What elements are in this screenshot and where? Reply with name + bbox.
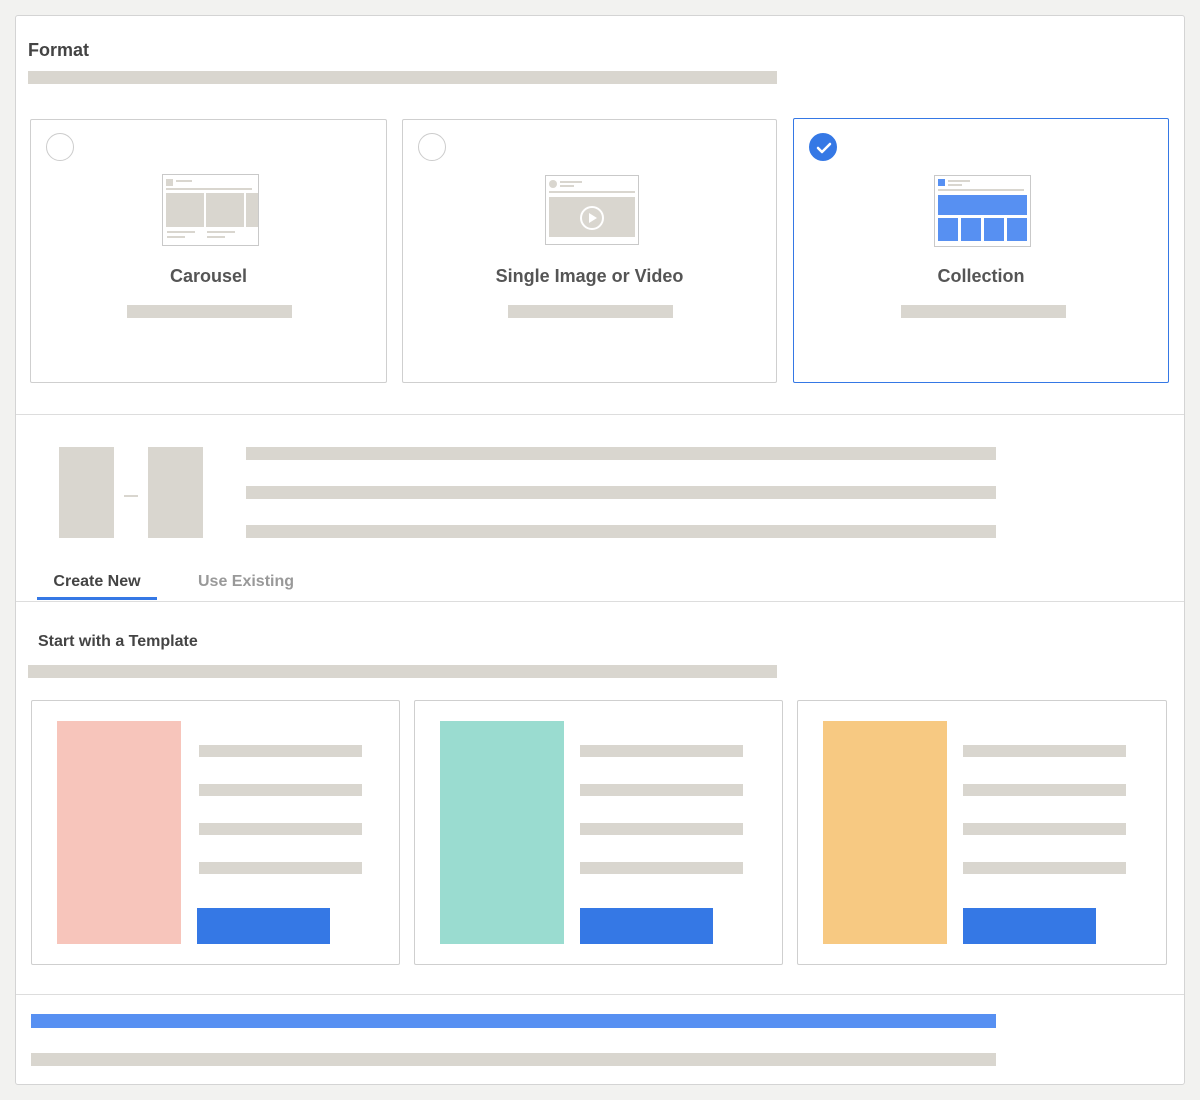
template-text-line	[580, 784, 743, 796]
single-image-video-label: Single Image or Video	[495, 266, 684, 286]
tab-use-existing[interactable]: Use Existing	[186, 573, 306, 591]
section-divider	[16, 414, 1184, 415]
collection-radio-checked[interactable]	[809, 133, 837, 161]
template-text-line	[199, 823, 362, 835]
template-use-button[interactable]	[963, 908, 1096, 944]
carousel-description-placeholder	[127, 305, 292, 318]
carousel-radio[interactable]	[46, 133, 74, 161]
collection-description-placeholder	[901, 305, 1066, 318]
template-text-line	[580, 745, 743, 757]
format-option-collection[interactable]: Collection	[793, 118, 1169, 383]
template-use-button[interactable]	[197, 908, 330, 944]
format-title: Format	[28, 40, 90, 60]
media-placeholder-right	[148, 447, 203, 538]
media-text-line-3	[246, 525, 996, 538]
single-image-description-placeholder	[508, 305, 673, 318]
media-placeholder-left	[59, 447, 114, 538]
template-card-2[interactable]	[414, 700, 783, 965]
checkmark-icon	[816, 142, 832, 154]
template-card-3[interactable]	[797, 700, 1167, 965]
single-image-video-icon	[545, 175, 639, 245]
template-text-line	[199, 862, 362, 874]
format-option-single-image-or-video[interactable]: Single Image or Video	[402, 119, 777, 383]
media-text-line-2	[246, 486, 996, 499]
template-text-line	[199, 745, 362, 757]
footer-divider	[16, 994, 1184, 995]
template-text-line	[199, 784, 362, 796]
template-text-line	[963, 745, 1126, 757]
media-text-line-1	[246, 447, 996, 460]
media-connector	[124, 495, 138, 497]
template-text-line	[963, 784, 1126, 796]
collection-icon	[934, 175, 1031, 247]
format-description-placeholder	[28, 71, 777, 84]
format-option-carousel[interactable]: Carousel	[30, 119, 387, 383]
template-preview-image	[57, 721, 181, 944]
tabs-divider	[16, 601, 1184, 602]
template-section-title: Start with a Template	[38, 633, 198, 650]
carousel-label: Carousel	[169, 266, 248, 286]
template-text-line	[580, 862, 743, 874]
progress-bar	[31, 1014, 996, 1028]
template-text-line	[580, 823, 743, 835]
footer-text-placeholder	[31, 1053, 996, 1066]
template-text-line	[963, 862, 1126, 874]
carousel-icon	[162, 174, 259, 246]
template-use-button[interactable]	[580, 908, 713, 944]
template-description-placeholder	[28, 665, 777, 678]
template-card-1[interactable]	[31, 700, 400, 965]
play-icon	[580, 206, 604, 230]
tab-active-indicator	[37, 597, 157, 600]
template-preview-image	[440, 721, 564, 944]
collection-label: Collection	[937, 266, 1025, 286]
template-text-line	[963, 823, 1126, 835]
tab-create-new[interactable]: Create New	[37, 573, 157, 591]
single-image-radio[interactable]	[418, 133, 446, 161]
template-preview-image	[823, 721, 947, 944]
